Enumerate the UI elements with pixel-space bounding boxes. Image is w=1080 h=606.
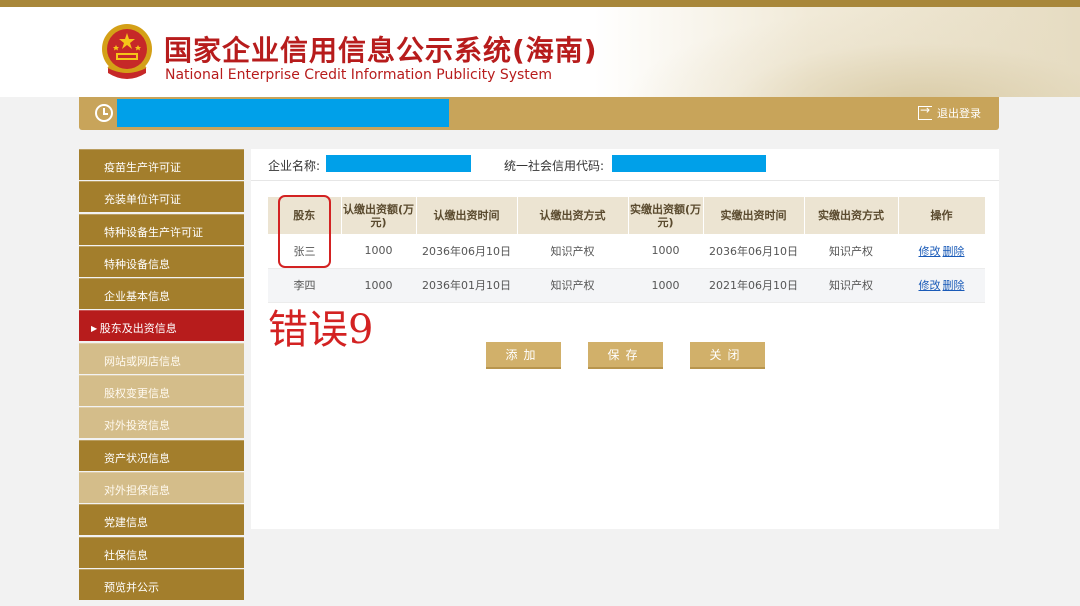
- cell-subscribed-amount: 1000: [341, 234, 416, 269]
- logout-label: 退出登录: [937, 107, 981, 120]
- company-info-bar: 企业名称: 统一社会信用代码:: [251, 149, 999, 181]
- credit-code-label: 统一社会信用代码:: [504, 159, 605, 173]
- sidebar-item-filling-license[interactable]: 充装单位许可证: [79, 181, 244, 213]
- col-actions: 操作: [898, 197, 986, 234]
- sidebar-item-special-equipment-info[interactable]: 特种设备信息: [79, 245, 244, 277]
- sidebar-item-social-security[interactable]: 社保信息: [79, 536, 244, 568]
- header-mountain-art: [620, 7, 1080, 97]
- sidebar-item-preview-publish[interactable]: 预览并公示: [79, 568, 244, 600]
- shareholder-table: 股东 认缴出资额(万元) 认缴出资时间 认缴出资方式 实缴出资额(万元) 实缴出…: [268, 197, 986, 303]
- credit-code-redacted: [612, 155, 766, 172]
- sidebar-item-assets[interactable]: 资产状况信息: [79, 439, 244, 471]
- table-row: 张三 1000 2036年06月10日 知识产权 1000 2036年06月10…: [268, 234, 985, 269]
- cell-paid-method: 知识产权: [804, 234, 898, 269]
- cell-subscribed-method: 知识产权: [517, 268, 628, 303]
- site-header: 国家企业信用信息公示系统(海南) National Enterprise Cre…: [0, 7, 1080, 97]
- delete-link[interactable]: 删除: [943, 279, 965, 292]
- table-row: 李四 1000 2036年01月10日 知识产权 1000 2021年06月10…: [268, 268, 985, 303]
- site-title-cn: 国家企业信用信息公示系统(海南): [164, 34, 598, 67]
- col-paid-amount: 实缴出资额(万元): [628, 197, 704, 234]
- sidebar-item-guarantee[interactable]: 对外担保信息: [79, 471, 244, 503]
- sidebar-menu: 疫苗生产许可证 充装单位许可证 特种设备生产许可证 特种设备信息 企业基本信息 …: [79, 149, 244, 601]
- add-button[interactable]: 添加: [486, 342, 561, 369]
- cell-paid-amount: 1000: [628, 268, 703, 303]
- table-header-row: 股东 认缴出资额(万元) 认缴出资时间 认缴出资方式 实缴出资额(万元) 实缴出…: [268, 197, 986, 234]
- error-annotation: 错误9: [268, 307, 374, 353]
- sidebar-item-party[interactable]: 党建信息: [79, 504, 244, 536]
- company-name-label: 企业名称:: [268, 159, 321, 173]
- sidebar-item-shareholders[interactable]: 股东及出资信息: [79, 310, 244, 342]
- site-title-en: National Enterprise Credit Information P…: [165, 67, 553, 83]
- delete-link[interactable]: 删除: [943, 245, 965, 258]
- clock-icon: [95, 104, 113, 122]
- sidebar-item-investment[interactable]: 对外投资信息: [79, 407, 244, 439]
- redacted-info-bar: [117, 99, 449, 127]
- sidebar-item-website[interactable]: 网站或网店信息: [79, 342, 244, 374]
- cell-actions: 修改 删除: [898, 268, 985, 303]
- col-subscribed-amount: 认缴出资额(万元): [341, 197, 417, 234]
- national-emblem-icon: [102, 24, 152, 79]
- col-paid-method: 实缴出资方式: [804, 197, 899, 234]
- cell-actions: 修改 删除: [898, 234, 985, 269]
- cell-subscribed-date: 2036年06月10日: [416, 234, 517, 269]
- close-button[interactable]: 关闭: [690, 342, 765, 369]
- company-name-redacted: [326, 155, 471, 172]
- sidebar-item-equity-change[interactable]: 股权变更信息: [79, 375, 244, 407]
- main-panel: 企业名称: 统一社会信用代码: 股东 认缴出资额(万元) 认缴出资时间 认缴出资…: [251, 149, 999, 529]
- cell-paid-date: 2036年06月10日: [703, 234, 804, 269]
- logout-icon: [918, 103, 932, 120]
- col-subscribed-method: 认缴出资方式: [517, 197, 629, 234]
- col-subscribed-date: 认缴出资时间: [416, 197, 518, 234]
- cell-subscribed-date: 2036年01月10日: [416, 268, 517, 303]
- col-paid-date: 实缴出资时间: [703, 197, 805, 234]
- cell-paid-amount: 1000: [628, 234, 703, 269]
- sidebar-item-vaccine-license[interactable]: 疫苗生产许可证: [79, 149, 244, 180]
- edit-link[interactable]: 修改: [919, 279, 941, 292]
- sidebar-item-special-equipment-license[interactable]: 特种设备生产许可证: [79, 213, 244, 245]
- logout-button[interactable]: 退出登录: [918, 103, 981, 121]
- cell-paid-method: 知识产权: [804, 268, 898, 303]
- sidebar-item-basic-info[interactable]: 企业基本信息: [79, 278, 244, 310]
- top-border: [0, 0, 1080, 7]
- top-navbar: 退出登录: [79, 97, 999, 130]
- cell-subscribed-method: 知识产权: [517, 234, 628, 269]
- error-highlight-box: [278, 195, 331, 268]
- cell-paid-date: 2021年06月10日: [703, 268, 804, 303]
- save-button[interactable]: 保存: [588, 342, 663, 369]
- edit-link[interactable]: 修改: [919, 245, 941, 258]
